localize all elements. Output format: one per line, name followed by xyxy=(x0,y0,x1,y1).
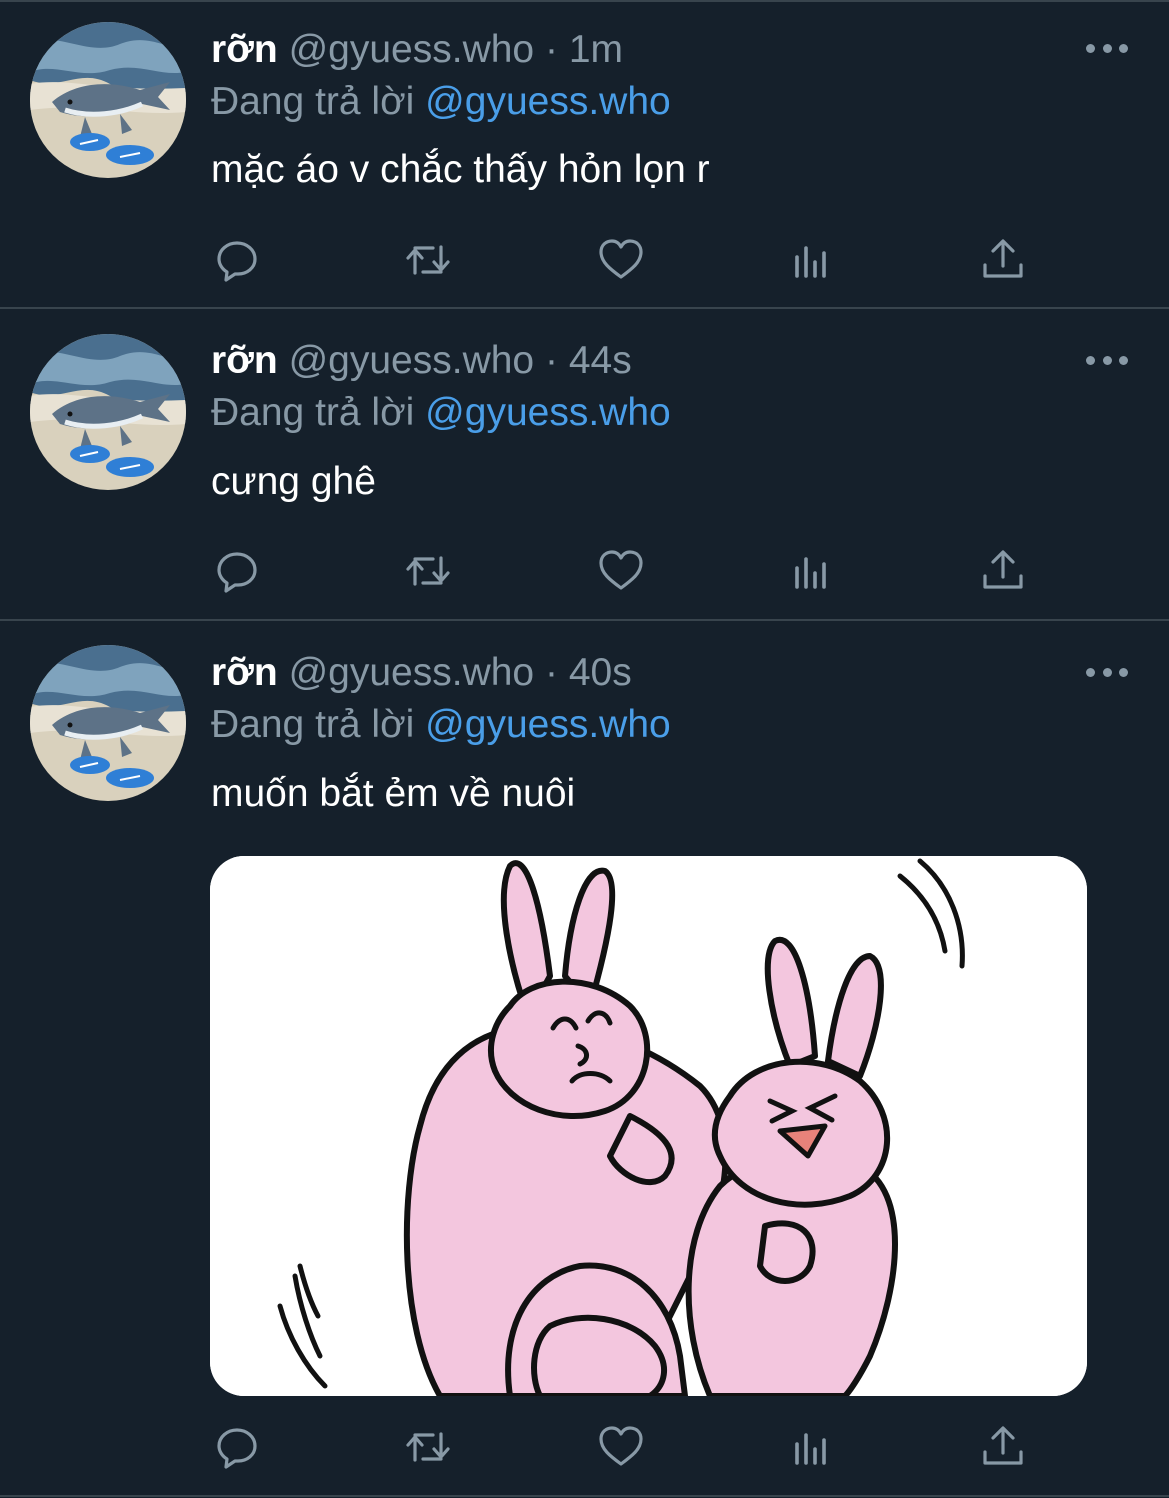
separator-dot: · xyxy=(544,28,558,71)
replying-to-line: Đang trả lời @gyuess.who xyxy=(211,701,671,749)
timestamp[interactable]: 44s xyxy=(569,339,632,382)
analytics-icon[interactable] xyxy=(787,235,837,285)
avatar[interactable] xyxy=(30,645,186,801)
analytics-icon[interactable] xyxy=(787,546,837,596)
like-icon[interactable] xyxy=(596,546,646,596)
divider xyxy=(0,0,1169,2)
like-icon[interactable] xyxy=(596,235,646,285)
display-name[interactable]: rỡn xyxy=(211,651,278,694)
avatar[interactable] xyxy=(30,22,186,178)
timestamp[interactable]: 40s xyxy=(569,651,632,694)
replying-to-line: Đang trả lời @gyuess.who xyxy=(211,78,671,126)
tweet-header: rỡn @gyuess.who · 1m xyxy=(211,26,623,74)
retweet-icon[interactable] xyxy=(403,235,453,285)
more-options-icon[interactable] xyxy=(1086,38,1128,58)
replying-to-prefix: Đang trả lời xyxy=(211,80,415,123)
more-options-icon[interactable] xyxy=(1086,662,1128,682)
replying-to-prefix: Đang trả lời xyxy=(211,703,415,746)
action-bar xyxy=(0,546,1169,596)
avatar[interactable] xyxy=(30,334,186,490)
tweet-text: mặc áo v chắc thấy hỏn lọn r xyxy=(211,148,710,191)
replying-to-prefix: Đang trả lời xyxy=(211,391,415,434)
avatar-image xyxy=(30,22,186,178)
reply-icon[interactable] xyxy=(213,546,263,596)
display-name[interactable]: rỡn xyxy=(211,28,278,71)
divider xyxy=(0,307,1169,309)
divider xyxy=(0,619,1169,621)
share-icon[interactable] xyxy=(978,235,1028,285)
tweet-text: muốn bắt ẻm về nuôi xyxy=(211,772,576,815)
user-handle[interactable]: @gyuess.who xyxy=(289,28,535,71)
media-image[interactable] xyxy=(210,856,1087,1396)
replying-to-line: Đang trả lời @gyuess.who xyxy=(211,389,671,437)
like-icon[interactable] xyxy=(596,1422,646,1472)
tweet-header: rỡn @gyuess.who · 40s xyxy=(211,649,632,697)
timestamp[interactable]: 1m xyxy=(569,28,623,71)
share-icon[interactable] xyxy=(978,546,1028,596)
mention-link[interactable]: @gyuess.who xyxy=(425,703,671,746)
reply-icon[interactable] xyxy=(213,1422,263,1472)
display-name[interactable]: rỡn xyxy=(211,339,278,382)
retweet-icon[interactable] xyxy=(403,1422,453,1472)
pink-bunnies-sticker xyxy=(210,856,1087,1396)
user-handle[interactable]: @gyuess.who xyxy=(289,339,535,382)
avatar-image xyxy=(30,334,186,490)
tweet-header: rỡn @gyuess.who · 44s xyxy=(211,337,632,385)
analytics-icon[interactable] xyxy=(787,1422,837,1472)
mention-link[interactable]: @gyuess.who xyxy=(425,391,671,434)
mention-link[interactable]: @gyuess.who xyxy=(425,80,671,123)
divider xyxy=(0,1495,1169,1497)
user-handle[interactable]: @gyuess.who xyxy=(289,651,535,694)
action-bar xyxy=(0,235,1169,285)
share-icon[interactable] xyxy=(978,1422,1028,1472)
retweet-icon[interactable] xyxy=(403,546,453,596)
avatar-image xyxy=(30,645,186,801)
separator-dot: · xyxy=(544,339,558,382)
tweet-text: cưng ghê xyxy=(211,460,376,503)
action-bar xyxy=(0,1422,1169,1472)
reply-icon[interactable] xyxy=(213,235,263,285)
separator-dot: · xyxy=(544,651,558,694)
more-options-icon[interactable] xyxy=(1086,350,1128,370)
